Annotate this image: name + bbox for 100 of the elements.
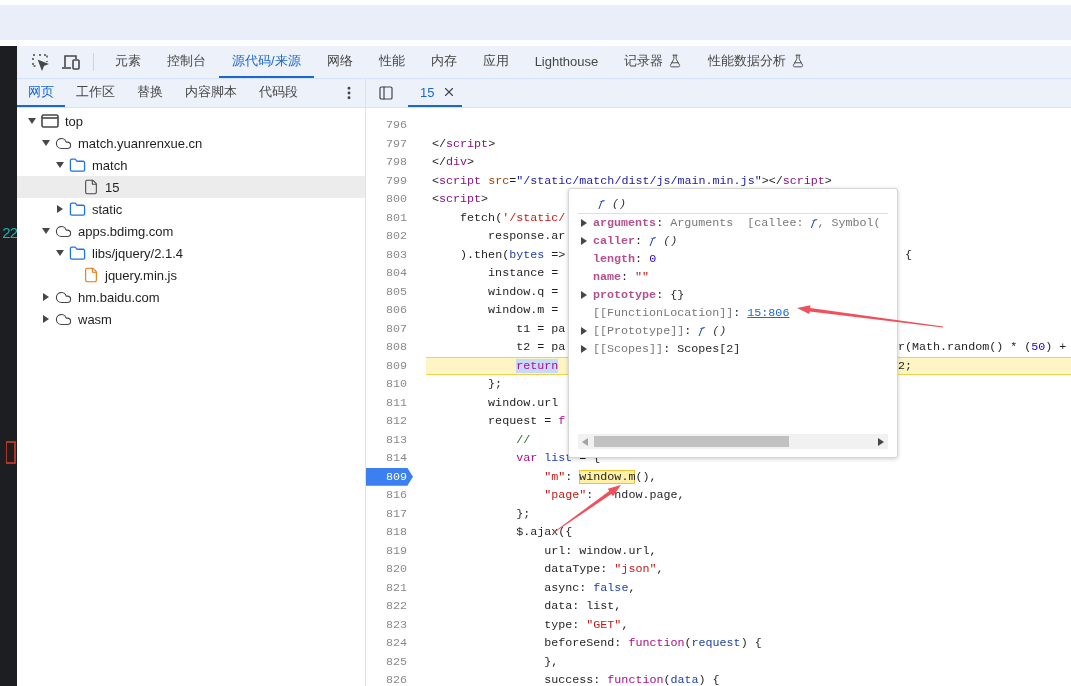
horizontal-scrollbar[interactable] (578, 434, 888, 449)
code-text: return (515, 358, 560, 373)
page-number-text: 22 (2, 224, 17, 241)
code-text: dataType: "json", (543, 562, 664, 577)
collapsed-triangle-icon[interactable] (579, 345, 588, 353)
tree-item[interactable]: apps.bdimg.com (17, 220, 365, 242)
code-text: ).then(bytes => (459, 247, 567, 262)
panel-tab[interactable]: Lighthouse (521, 46, 612, 78)
code-text: </script> (432, 136, 496, 151)
expanded-triangle-icon[interactable] (55, 161, 64, 169)
function-signature: ƒ () (598, 197, 627, 211)
panel-tab[interactable]: 元素 (102, 46, 154, 78)
collapsed-triangle-icon[interactable] (579, 219, 588, 227)
code-text: r(Math.random() * (50) + (898, 340, 1067, 355)
code-text: t1 = pa (515, 321, 566, 336)
tree-item[interactable]: hm.baidu.com (17, 286, 365, 308)
line-number: 811 (384, 394, 408, 412)
navigator-tab[interactable]: 替换 (126, 79, 174, 107)
code-text: window.q = (487, 284, 559, 299)
scroll-right-arrow-icon[interactable] (878, 437, 884, 446)
panel-tab[interactable]: 内存 (417, 46, 470, 78)
code-text: window.url (487, 395, 559, 410)
navigator-tab[interactable]: 网页 (17, 79, 65, 107)
code-text: <script> (432, 192, 489, 207)
tree-item[interactable]: 15 (17, 176, 365, 198)
panel-tab[interactable]: 网络 (313, 46, 366, 78)
line-number: 819 (384, 542, 408, 560)
collapsed-triangle-icon[interactable] (55, 205, 64, 213)
panel-tab[interactable]: 记录器 (611, 46, 696, 78)
property-text: name: "" (593, 270, 650, 284)
collapsed-triangle-icon[interactable] (41, 293, 50, 301)
code-text: beforeSend: function(request) { (543, 636, 762, 651)
line-number: 797 (384, 135, 408, 153)
line-number: 808 (384, 339, 408, 357)
folder-icon (69, 156, 86, 174)
code-text: async: false, (543, 580, 636, 595)
navigator-tab[interactable]: 代码段 (248, 79, 309, 107)
line-number: 825 (384, 653, 408, 671)
line-number: 800 (384, 191, 408, 209)
property-text: length: 0 (593, 252, 657, 266)
expanded-triangle-icon[interactable] (41, 227, 50, 235)
line-number: 798 (384, 154, 408, 172)
line-number: 809 (366, 467, 413, 486)
code-text: "page": ndow.page, (543, 488, 685, 503)
file-icon (83, 179, 99, 195)
tree-item[interactable]: match (17, 154, 365, 176)
folder-icon (69, 200, 86, 218)
code-text: type: "GET", (543, 617, 629, 632)
code-text: url: window.url, (543, 543, 657, 558)
code-text: t2 = pa (515, 340, 567, 355)
code-text: $.ajax({ (515, 525, 573, 540)
line-number: 813 (384, 431, 408, 449)
property-text: [[Prototype]]: ƒ () (593, 324, 727, 338)
line-number: 823 (384, 616, 408, 634)
line-number: 796 (384, 117, 408, 135)
panel-tab[interactable]: 控制台 (154, 46, 219, 78)
expanded-triangle-icon[interactable] (27, 117, 36, 125)
line-number: 810 (384, 376, 408, 394)
line-number: 820 (384, 561, 408, 579)
tree-item[interactable]: jquery.min.js (17, 264, 365, 286)
collapsed-triangle-icon[interactable] (579, 237, 588, 245)
line-number: 814 (384, 450, 408, 468)
location-link[interactable]: 15:806 (747, 306, 790, 320)
code-text: { (904, 247, 913, 262)
file-tab[interactable]: 15 (408, 79, 463, 107)
tree-item[interactable]: libs/jquery/2.1.4 (17, 242, 365, 264)
code-text: }; (487, 377, 503, 392)
line-number: 826 (384, 672, 408, 686)
tree-item[interactable]: top (17, 110, 365, 132)
collapsed-triangle-icon[interactable] (41, 315, 50, 323)
code-text: success: function(data) { (543, 673, 720, 686)
tree-item[interactable]: static (17, 198, 365, 220)
code-text: data: list, (543, 599, 622, 614)
file-icon (83, 267, 99, 283)
line-number: 809 (384, 357, 408, 375)
line-number: 822 (384, 598, 408, 616)
frame-icon (41, 114, 59, 128)
navigator-tab[interactable]: 工作区 (65, 79, 126, 107)
line-number: 818 (384, 524, 408, 542)
expanded-triangle-icon[interactable] (55, 249, 64, 257)
code-text: "m": window.m(), (543, 469, 657, 484)
navigator-tab[interactable]: 内容脚本 (174, 79, 248, 107)
expanded-triangle-icon[interactable] (41, 139, 50, 147)
panel-tab[interactable]: 性能 (365, 46, 418, 78)
line-number: 812 (384, 413, 408, 431)
code-text: <script src="/static/match/dist/js/main.min.js"></script> (432, 173, 832, 188)
code-text: fetch('/static/ (459, 210, 566, 225)
collapsed-triangle-icon[interactable] (579, 327, 588, 335)
panel-tab[interactable]: 应用 (469, 46, 522, 78)
property-text: arguments: Arguments [callee: ƒ, Symbol( (593, 216, 881, 230)
panel-tab[interactable]: 性能数据分析 (695, 46, 819, 78)
tree-item[interactable]: wasm (17, 308, 365, 330)
collapsed-triangle-icon[interactable] (579, 291, 588, 299)
code-text: instance = (487, 266, 559, 281)
code-text: 2; (898, 358, 913, 373)
line-number: 802 (384, 228, 408, 246)
code-text: // (515, 432, 531, 447)
tree-item[interactable]: match.yuanrenxue.cn (17, 132, 365, 154)
code-text: </div> (432, 155, 475, 170)
property-text: prototype: {} (593, 288, 685, 302)
